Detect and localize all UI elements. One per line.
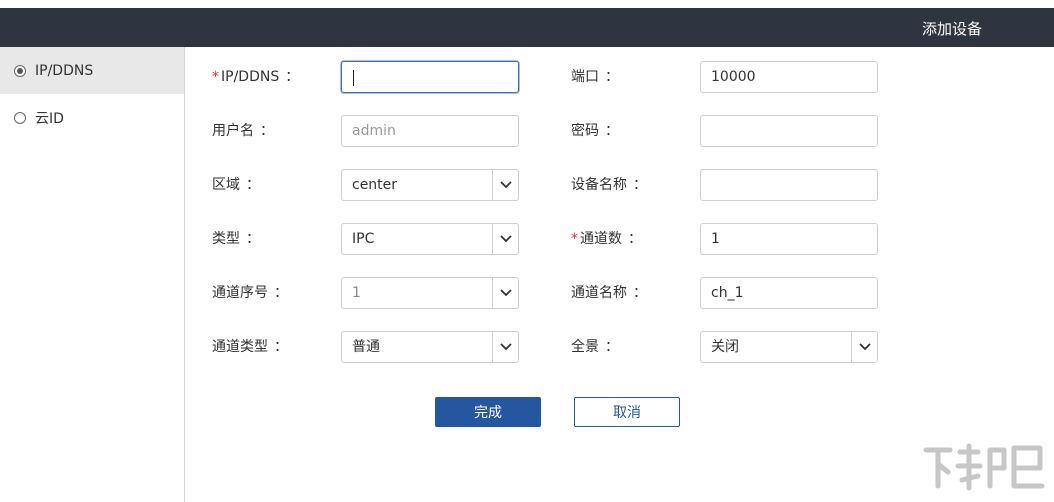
username-label: 用户名： (212, 123, 274, 139)
port-input[interactable] (700, 61, 878, 93)
dialog-header: 添加设备 (0, 8, 1054, 47)
sidebar-item-label: 云ID (35, 110, 64, 127)
chevron-down-icon[interactable] (851, 332, 877, 362)
radio-unselected-icon (14, 111, 26, 124)
password-input[interactable] (700, 115, 878, 147)
region-label: 区域： (212, 177, 260, 193)
channel-name-input[interactable] (700, 277, 878, 309)
channel-no-select[interactable]: 1 (341, 277, 519, 309)
channel-type-select[interactable]: 普通 (341, 331, 519, 363)
cancel-button[interactable]: 取消 (574, 397, 680, 427)
watermark-logo (923, 443, 1045, 491)
device-name-input[interactable] (700, 169, 878, 201)
sidebar-item-ip-ddns[interactable]: IP/DDNS (0, 47, 184, 94)
dialog-title: 添加设备 (921, 20, 982, 38)
chevron-down-icon[interactable] (492, 170, 518, 200)
device-name-label: 设备名称： (571, 177, 647, 193)
username-input[interactable] (341, 115, 519, 147)
type-label: 类型： (212, 231, 260, 247)
region-value: center (352, 177, 398, 193)
panorama-select[interactable]: 关闭 (700, 331, 878, 363)
ip-ddns-label: * IP/DDNS： (212, 69, 300, 85)
ip-ddns-input[interactable] (341, 61, 519, 93)
channel-type-label: 通道类型： (212, 339, 288, 355)
channel-no-value: 1 (352, 285, 361, 301)
required-marker: * (571, 231, 578, 247)
port-text[interactable] (701, 62, 877, 92)
region-select[interactable]: center (341, 169, 519, 201)
chevron-down-icon[interactable] (492, 278, 518, 308)
ip-ddns-text[interactable] (342, 62, 518, 92)
port-label: 端口： (571, 69, 619, 85)
radio-selected-icon (14, 64, 26, 77)
channel-count-label: * 通道数： (571, 231, 642, 247)
chevron-down-icon[interactable] (492, 332, 518, 362)
sidebar-item-cloud-id[interactable]: 云ID (0, 94, 184, 141)
type-value: IPC (352, 231, 375, 247)
channel-count-input[interactable] (700, 223, 878, 255)
channel-name-text[interactable] (701, 278, 877, 308)
required-marker: * (212, 69, 219, 85)
username-text[interactable] (342, 116, 518, 146)
mode-sidebar: IP/DDNS 云ID (0, 47, 185, 502)
panorama-label: 全景： (571, 339, 619, 355)
panorama-value: 关闭 (711, 339, 739, 355)
sidebar-item-label: IP/DDNS (35, 62, 94, 79)
channel-count-text[interactable] (701, 224, 877, 254)
finish-button[interactable]: 完成 (435, 397, 541, 427)
type-select[interactable]: IPC (341, 223, 519, 255)
password-label: 密码： (571, 123, 619, 139)
device-name-text[interactable] (701, 170, 877, 200)
chevron-down-icon[interactable] (492, 224, 518, 254)
top-strip (0, 0, 1054, 8)
channel-type-value: 普通 (352, 339, 380, 355)
text-cursor (353, 70, 354, 86)
channel-name-label: 通道名称： (571, 285, 647, 301)
password-text[interactable] (701, 116, 877, 146)
channel-no-label: 通道序号： (212, 285, 288, 301)
